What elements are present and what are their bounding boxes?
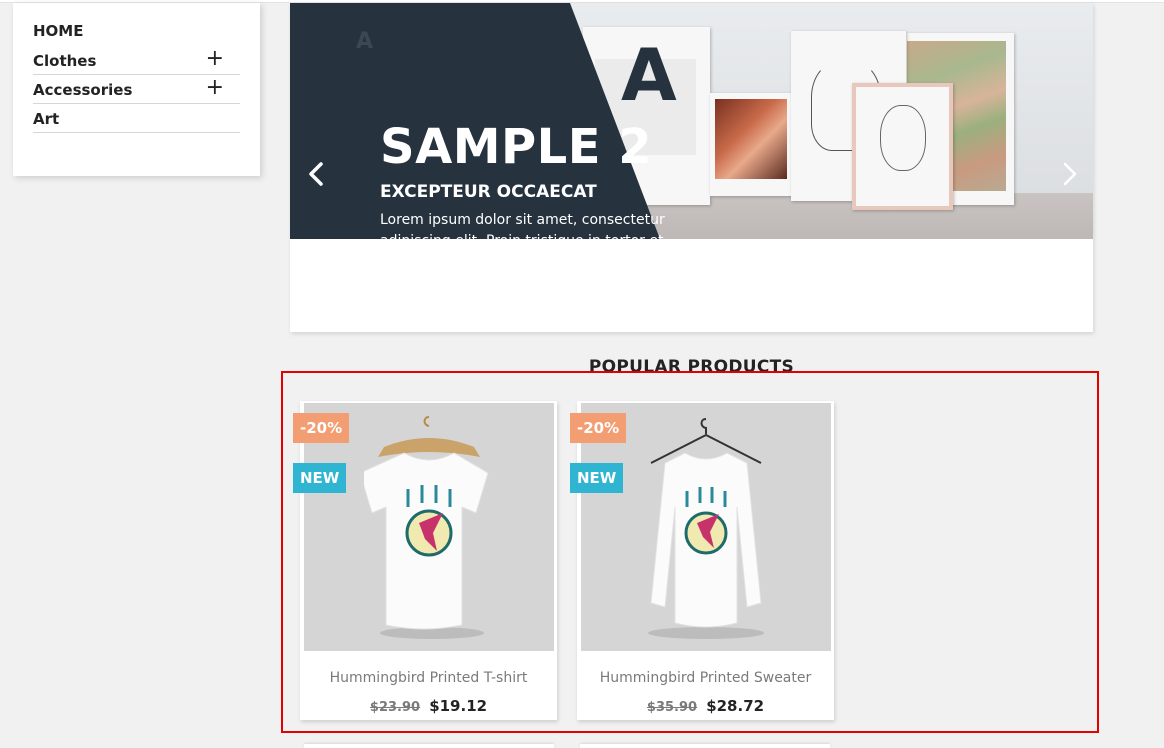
- slide-description: Lorem ipsum dolor sit amet, consectetur …: [380, 212, 704, 290]
- product-name[interactable]: Hummingbird Printed Sweater: [577, 670, 834, 686]
- sidebar-item-home[interactable]: HOME: [33, 21, 240, 46]
- product-card[interactable]: -20% NEW Hummingbird Printed T-shirt $23…: [293, 401, 557, 720]
- sale-price: $19.12: [429, 697, 488, 715]
- tshirt-image: [364, 416, 489, 639]
- slide-subtitle: EXCEPTEUR OCCAECAT: [380, 182, 597, 202]
- discount-badge: -20%: [293, 413, 350, 443]
- sidebar-item-accessories[interactable]: Accessories +: [33, 75, 240, 104]
- brand-logo-icon: A: [356, 29, 374, 54]
- new-badge: NEW: [570, 463, 624, 493]
- chevron-left-icon[interactable]: [307, 161, 325, 187]
- discount-badge: -20%: [570, 413, 627, 443]
- sale-price: $28.72: [706, 697, 765, 715]
- category-sidebar: HOME Clothes + Accessories + Art: [13, 3, 260, 176]
- product-card-peek: [304, 744, 554, 748]
- product-card[interactable]: -20% NEW Hummingbird Printed Sweater $35…: [570, 401, 834, 720]
- product-card-peek: [580, 744, 830, 748]
- regular-price: $23.90: [369, 700, 421, 715]
- price-row: $23.90 $19.12: [300, 696, 557, 715]
- expand-plus-icon[interactable]: +: [206, 73, 224, 103]
- chevron-right-icon[interactable]: [1061, 161, 1079, 187]
- sweater-image: [648, 418, 764, 639]
- sidebar-item-clothes[interactable]: Clothes +: [33, 46, 240, 75]
- price-row: $35.90 $28.72: [577, 696, 834, 715]
- slide-title: SAMPLE 2: [380, 119, 653, 175]
- sidebar-item-art[interactable]: Art: [33, 104, 240, 133]
- sidebar-item-label: Art: [33, 110, 60, 128]
- new-badge: NEW: [293, 463, 347, 493]
- canyon-photo-frame: [710, 93, 792, 196]
- product-name[interactable]: Hummingbird Printed T-shirt: [300, 670, 557, 686]
- sidebar-item-label: Accessories: [33, 81, 133, 99]
- sidebar-item-label: Clothes: [33, 52, 97, 70]
- regular-price: $35.90: [646, 700, 698, 715]
- expand-plus-icon[interactable]: +: [206, 44, 224, 74]
- hero-carousel: A A SAMPLE 2 EXCEPTEUR OCCAECAT Lorem ip…: [290, 3, 1093, 332]
- portrait-sketch-frame: [852, 83, 953, 210]
